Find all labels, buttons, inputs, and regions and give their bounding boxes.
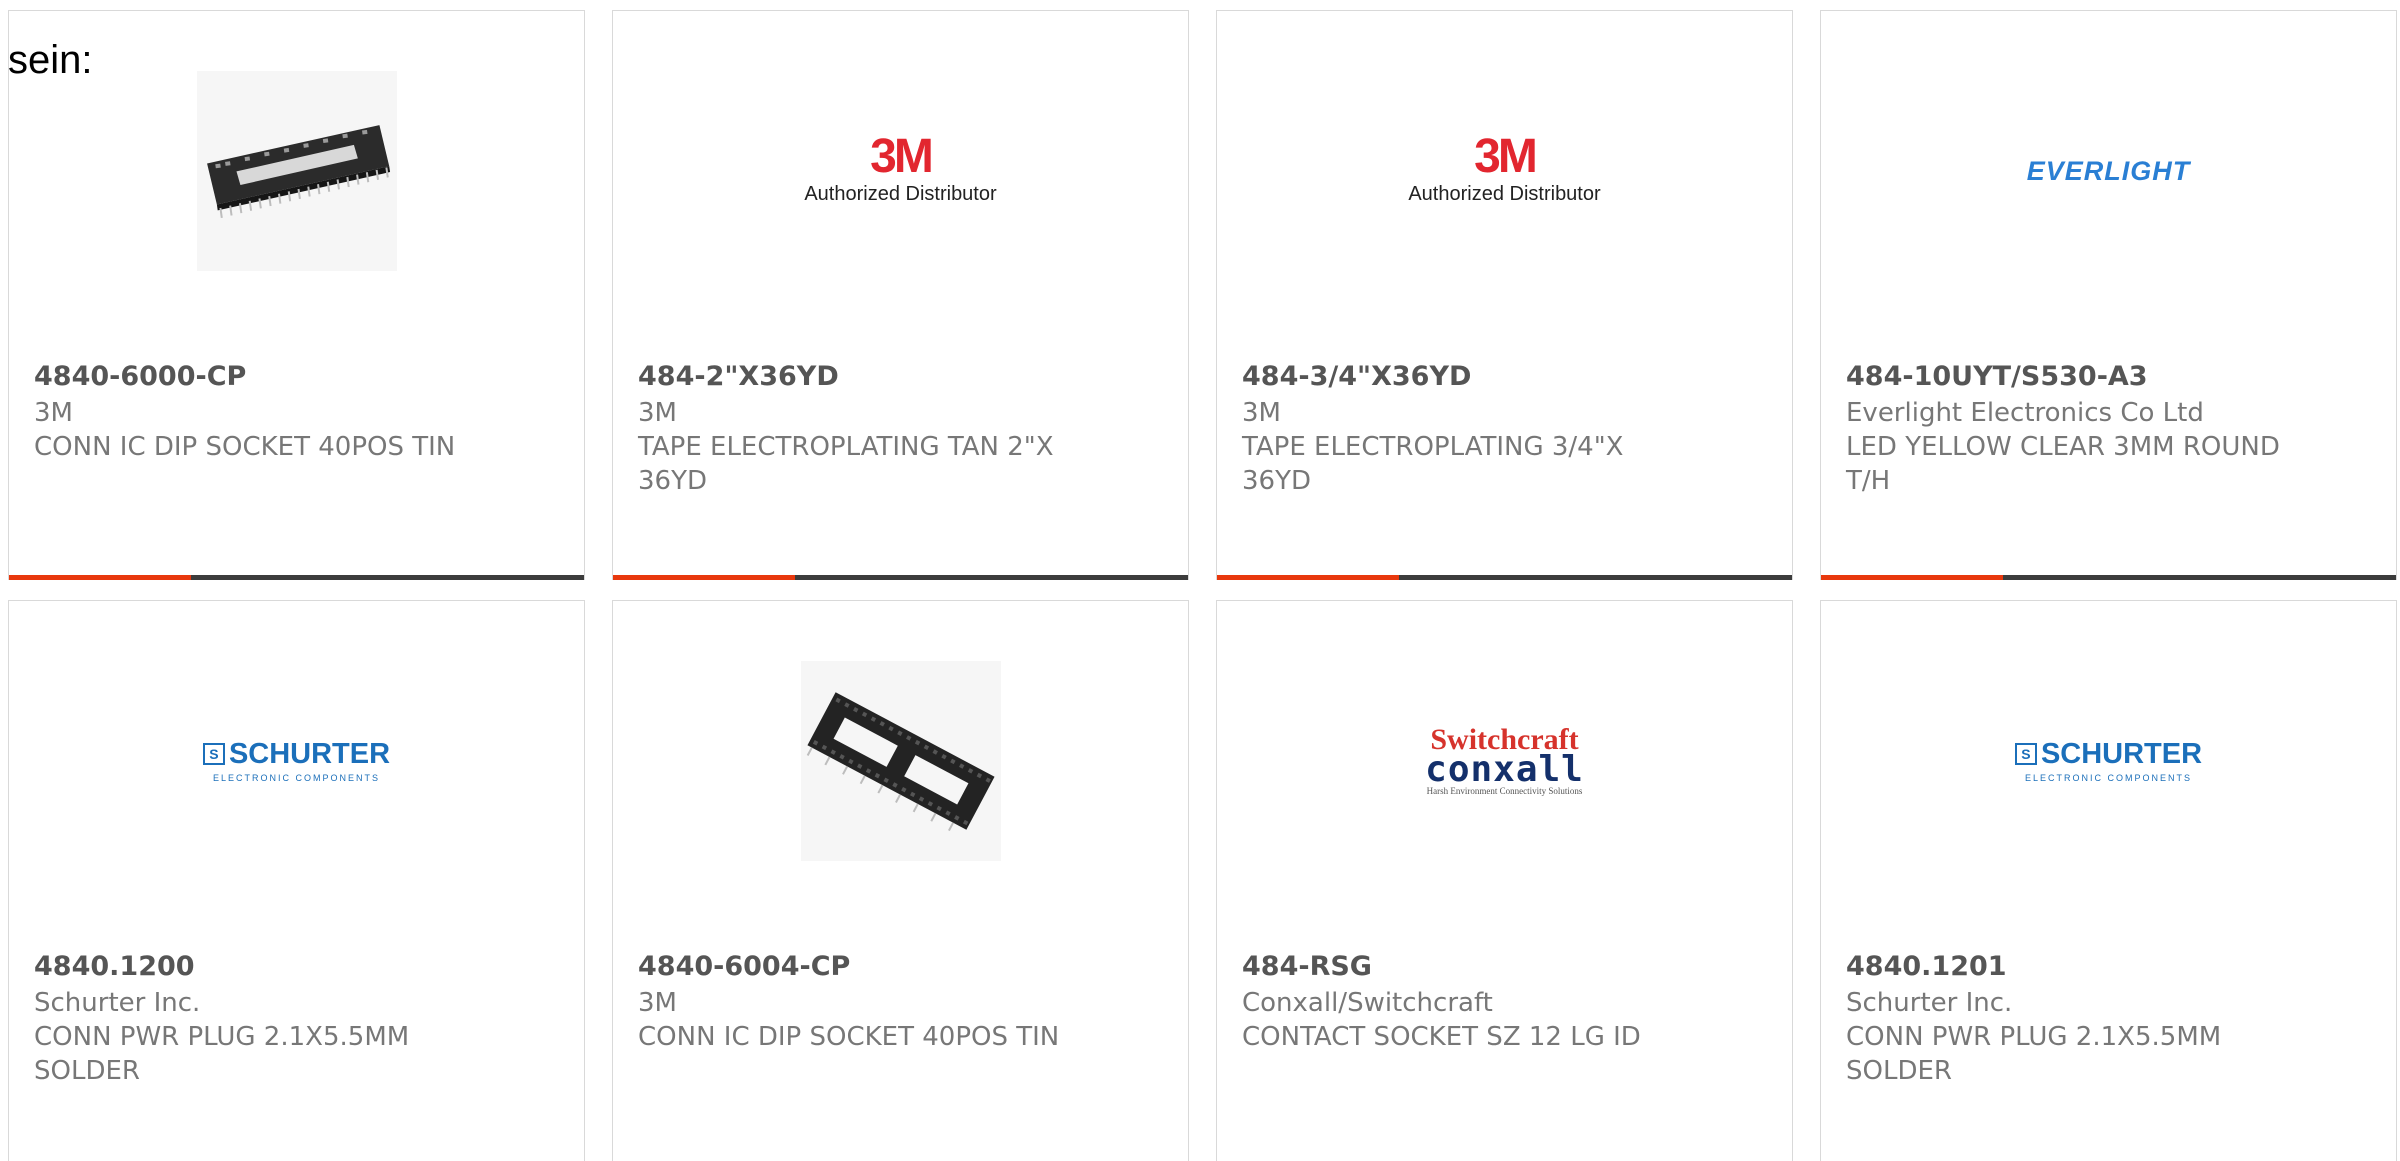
- switchcraft-conxall-logo-icon: Switchcraft conxall Harsh Environment Co…: [1425, 723, 1584, 797]
- manufacturer: Conxall/Switchcraft: [1242, 988, 1493, 1018]
- schurter-logo-icon: S SCHURTER ELECTRONIC COMPONENTS: [202, 739, 390, 783]
- description: TAPE ELECTROPLATING 3/4"X 36YD: [1242, 432, 1624, 496]
- description: CONN PWR PLUG 2.1X5.5MM SOLDER: [1846, 1022, 2222, 1086]
- manufacturer: 3M: [638, 398, 677, 428]
- product-card-484-2x36yd[interactable]: 3M Authorized Distributor 484-2"X36YD 3M…: [612, 10, 1189, 580]
- part-number-link[interactable]: 484-3/4"X36YD: [1242, 360, 1471, 394]
- product-card-4840-6004-cp[interactable]: 4840-6004-CP 3M CONN IC DIP SOCKET 40POS…: [612, 600, 1189, 1161]
- schurter-logo-icon: S SCHURTER ELECTRONIC COMPONENTS: [2014, 739, 2202, 783]
- product-image[interactable]: S SCHURTER ELECTRONIC COMPONENTS: [9, 661, 584, 861]
- 3m-logo-icon: 3M Authorized Distributor: [1408, 130, 1601, 206]
- card-accent-bar: [1821, 575, 2003, 580]
- card-bottom-bar: [1821, 575, 2396, 580]
- dip-socket-angled-photo-icon: [800, 661, 1001, 861]
- manufacturer: Schurter Inc.: [1846, 988, 2013, 1018]
- product-image[interactable]: [9, 71, 584, 271]
- description: CONTACT SOCKET SZ 12 LG ID: [1242, 1022, 1641, 1052]
- description: LED YELLOW CLEAR 3MM ROUND T/H: [1846, 432, 2280, 496]
- 3m-logo-icon: 3M Authorized Distributor: [804, 130, 997, 206]
- manufacturer: 3M: [638, 988, 677, 1018]
- dip-socket-photo-icon: [196, 71, 397, 271]
- intro-text: sein:: [8, 38, 93, 82]
- product-image[interactable]: 3M Authorized Distributor: [1217, 71, 1792, 271]
- card-accent-bar: [9, 575, 191, 580]
- everlight-logo-icon: EVERLIGHT: [2026, 155, 2191, 186]
- product-card-4840-1200[interactable]: S SCHURTER ELECTRONIC COMPONENTS 4840.12…: [8, 600, 585, 1161]
- product-image[interactable]: [613, 661, 1188, 861]
- manufacturer: 3M: [1242, 398, 1281, 428]
- description: CONN PWR PLUG 2.1X5.5MM SOLDER: [34, 1022, 410, 1086]
- product-card-4840-1201[interactable]: S SCHURTER ELECTRONIC COMPONENTS 4840.12…: [1820, 600, 2397, 1161]
- card-accent-bar: [613, 575, 795, 580]
- product-card-484-3-4x36yd[interactable]: 3M Authorized Distributor 484-3/4"X36YD …: [1216, 10, 1793, 580]
- product-image[interactable]: EVERLIGHT: [1821, 71, 2396, 271]
- manufacturer: 3M: [34, 398, 73, 428]
- description: CONN IC DIP SOCKET 40POS TIN: [34, 432, 456, 462]
- manufacturer: Everlight Electronics Co Ltd: [1846, 398, 2204, 428]
- card-bottom-bar: [9, 575, 584, 580]
- part-number-link[interactable]: 484-10UYT/S530-A3: [1846, 360, 2148, 394]
- product-image[interactable]: Switchcraft conxall Harsh Environment Co…: [1217, 661, 1792, 861]
- part-number-link[interactable]: 484-2"X36YD: [638, 360, 839, 394]
- card-bottom-bar: [1217, 575, 1792, 580]
- part-number-link[interactable]: 484-RSG: [1242, 950, 1372, 984]
- part-number-link[interactable]: 4840.1201: [1846, 950, 2007, 984]
- description: TAPE ELECTROPLATING TAN 2"X 36YD: [638, 432, 1054, 496]
- part-number-link[interactable]: 4840.1200: [34, 950, 195, 984]
- card-accent-bar: [1217, 575, 1399, 580]
- card-bottom-bar: [613, 575, 1188, 580]
- product-image[interactable]: S SCHURTER ELECTRONIC COMPONENTS: [1821, 661, 2396, 861]
- page: sein: 4840-6000-CP 3M CONN IC DIP SOCKET…: [0, 0, 2400, 1161]
- product-card-484-rsg[interactable]: Switchcraft conxall Harsh Environment Co…: [1216, 600, 1793, 1161]
- manufacturer: Schurter Inc.: [34, 988, 201, 1018]
- part-number-link[interactable]: 4840-6000-CP: [34, 360, 246, 394]
- description: CONN IC DIP SOCKET 40POS TIN: [638, 1022, 1060, 1052]
- product-image[interactable]: 3M Authorized Distributor: [613, 71, 1188, 271]
- product-card-4840-6000-cp[interactable]: 4840-6000-CP 3M CONN IC DIP SOCKET 40POS…: [8, 10, 585, 580]
- product-card-484-10uyt-s530-a3[interactable]: EVERLIGHT 484-10UYT/S530-A3 Everlight El…: [1820, 10, 2397, 580]
- part-number-link[interactable]: 4840-6004-CP: [638, 950, 850, 984]
